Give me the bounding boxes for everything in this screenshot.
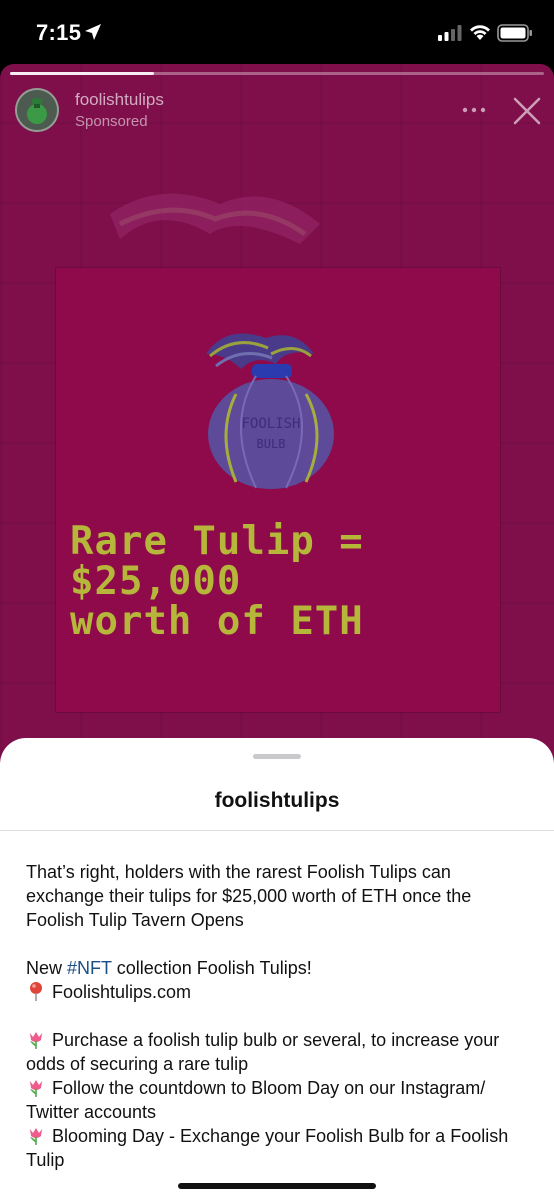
tulip-icon (30, 1032, 42, 1049)
caption-new-prefix: New (26, 958, 68, 978)
step-3-text: Blooming Day - Exchange your Foolish Bul… (26, 1126, 509, 1170)
story-ad[interactable]: foolishtulips Sponsored FOOLISH BULB Rar… (0, 64, 554, 764)
caption-website-line: Foolishtulips.com (26, 980, 531, 1004)
headline-line-2: $25,000 (70, 559, 242, 604)
caption-step-2: Follow the countdown to Bloom Day on our… (26, 1076, 531, 1124)
story-header: foolishtulips Sponsored (0, 86, 554, 138)
caption-bottom-sheet[interactable]: foolishtulips That’s right, holders with… (0, 738, 554, 1200)
caption-step-3: Blooming Day - Exchange your Foolish Bul… (26, 1124, 531, 1172)
caption-new-line: New #NFT collection Foolish Tulips! (26, 956, 531, 980)
avatar[interactable] (15, 88, 59, 132)
story-username[interactable]: foolishtulips (75, 90, 164, 110)
bulb-label-2: BULB (257, 437, 286, 451)
tulip-icon (30, 1128, 42, 1145)
sheet-grabber-handle[interactable] (253, 754, 301, 759)
divider (0, 830, 554, 831)
location-arrow-icon (85, 24, 101, 40)
bulb-label-1: FOOLISH (241, 416, 300, 432)
pushpin-icon (30, 982, 42, 1001)
status-time: 7:15 (36, 20, 82, 45)
sponsored-label: Sponsored (75, 113, 148, 130)
status-bar: 7:15 (0, 0, 554, 64)
home-indicator[interactable] (178, 1183, 376, 1189)
caption-step-1: Purchase a foolish tulip bulb or several… (26, 1028, 531, 1076)
step-2-text: Follow the countdown to Bloom Day on our… (26, 1078, 486, 1122)
caption-intro: That’s right, holders with the rarest Fo… (26, 862, 472, 930)
background-bulb-graphic (110, 193, 320, 244)
cellular-signal-icon (438, 25, 462, 41)
wifi-icon (470, 25, 490, 40)
ad-caption: That’s right, holders with the rarest Fo… (26, 860, 531, 1172)
nft-hashtag-link[interactable]: #NFT (67, 958, 112, 978)
sheet-title: foolishtulips (214, 789, 340, 812)
story-progress-fill (10, 72, 155, 75)
close-icon[interactable] (512, 96, 542, 126)
nft-ad-card: FOOLISH BULB Rare Tulip = $25,000 worth … (56, 268, 500, 712)
battery-icon (497, 24, 532, 42)
more-dots-icon[interactable] (462, 106, 486, 114)
ad-headline: Rare Tulip = $25,000 worth of ETH (70, 522, 494, 642)
story-progress-bar (10, 72, 544, 75)
headline-line-3: worth of ETH (70, 599, 364, 644)
website-link[interactable]: Foolishtulips.com (52, 982, 191, 1002)
headline-line-1: Rare Tulip = (70, 519, 364, 564)
foolish-bulb-illustration: FOOLISH BULB (206, 333, 334, 489)
bulb-avatar-icon (17, 90, 57, 130)
caption-new-suffix: collection Foolish Tulips! (111, 958, 312, 978)
step-1-text: Purchase a foolish tulip bulb or several… (26, 1030, 500, 1074)
tulip-icon (30, 1080, 42, 1097)
